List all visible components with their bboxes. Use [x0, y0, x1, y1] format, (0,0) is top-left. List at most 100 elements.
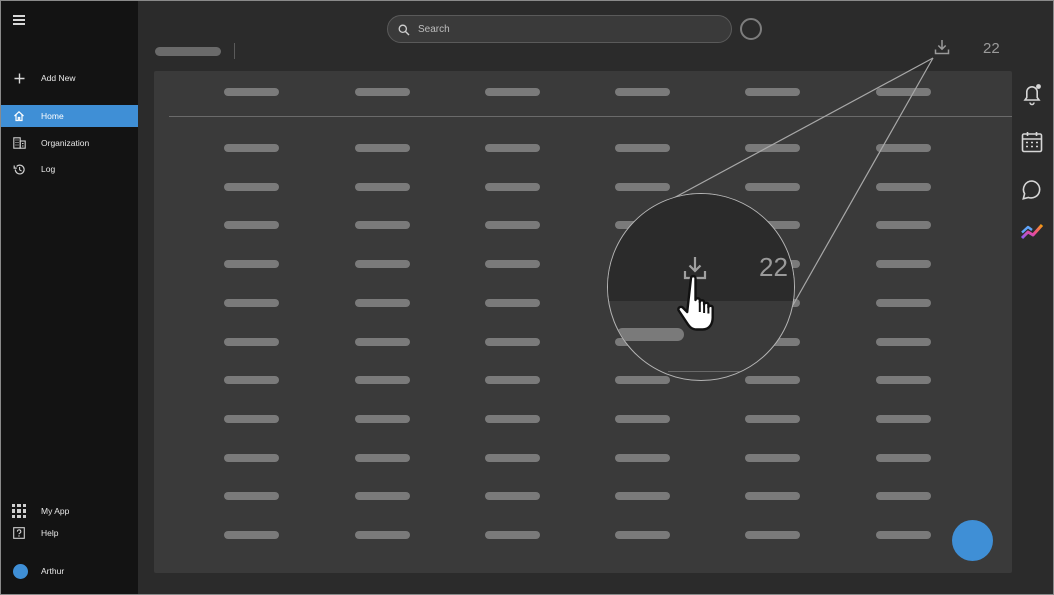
- table-cell-placeholder: [485, 221, 540, 229]
- download-button[interactable]: [933, 38, 951, 56]
- column-header-placeholder: [485, 88, 540, 96]
- calendar-icon: [1021, 132, 1043, 153]
- table-cell-placeholder: [224, 415, 279, 423]
- chat-button[interactable]: [1020, 178, 1044, 202]
- table-cell-placeholder: [355, 492, 410, 500]
- add-new-button[interactable]: Add New: [1, 67, 138, 89]
- zoom-divider: [668, 371, 794, 372]
- table-cell-placeholder: [615, 454, 670, 462]
- table-cell-placeholder: [485, 492, 540, 500]
- table-cell-placeholder: [485, 415, 540, 423]
- column-header-placeholder: [876, 88, 931, 96]
- help-label: Help: [41, 528, 59, 538]
- table-cell-placeholder: [615, 492, 670, 500]
- menu-icon[interactable]: [13, 15, 25, 25]
- my-app-button[interactable]: My App: [1, 500, 138, 522]
- sidebar-item-home[interactable]: Home: [1, 105, 138, 127]
- table-cell-placeholder: [876, 221, 931, 229]
- table-cell-placeholder: [224, 260, 279, 268]
- table-cell-placeholder: [876, 492, 931, 500]
- search-icon: [398, 23, 410, 36]
- bell-icon: [1023, 84, 1041, 106]
- column-header-placeholder: [355, 88, 410, 96]
- table-cell-placeholder: [745, 415, 800, 423]
- history-icon: [12, 162, 26, 176]
- table-header-divider: [169, 116, 1012, 117]
- table-cell-placeholder: [355, 221, 410, 229]
- home-icon: [12, 109, 26, 123]
- table-cell-placeholder: [485, 144, 540, 152]
- table-cell-placeholder: [224, 454, 279, 462]
- search-input[interactable]: Search: [387, 15, 732, 43]
- table-cell-placeholder: [224, 221, 279, 229]
- table-cell-placeholder: [876, 299, 931, 307]
- column-header-placeholder: [224, 88, 279, 96]
- table-cell-placeholder: [224, 338, 279, 346]
- sidebar: Add New Home Organization Log My App Hel…: [1, 1, 138, 594]
- table-cell-placeholder: [224, 492, 279, 500]
- sidebar-item-label: Organization: [41, 138, 90, 148]
- table-cell-placeholder: [876, 454, 931, 462]
- avatar: [13, 563, 28, 579]
- table-cell-placeholder: [615, 415, 670, 423]
- column-header-placeholder: [615, 88, 670, 96]
- breadcrumb-divider: [234, 43, 235, 59]
- clickup-button[interactable]: [1020, 220, 1044, 244]
- column-header-placeholder: [745, 88, 800, 96]
- table-cell-placeholder: [224, 144, 279, 152]
- table-cell-placeholder: [876, 415, 931, 423]
- table-cell-placeholder: [355, 260, 410, 268]
- table-cell-placeholder: [224, 299, 279, 307]
- breadcrumb-placeholder: [155, 47, 221, 56]
- table-cell-placeholder: [745, 183, 800, 191]
- table-cell-placeholder: [615, 531, 670, 539]
- table-cell-placeholder: [745, 492, 800, 500]
- zoom-download-count: 22: [759, 252, 788, 282]
- table-cell-placeholder: [355, 338, 410, 346]
- apps-grid-icon: [11, 503, 27, 519]
- clickup-logo-icon: [1020, 223, 1044, 240]
- table-cell-placeholder: [615, 144, 670, 152]
- add-new-label: Add New: [41, 73, 76, 83]
- sidebar-item-log[interactable]: Log: [1, 158, 138, 180]
- table-cell-placeholder: [615, 376, 670, 384]
- calendar-button[interactable]: [1020, 130, 1044, 154]
- user-name: Arthur: [41, 566, 65, 576]
- table-cell-placeholder: [876, 376, 931, 384]
- table-cell-placeholder: [224, 531, 279, 539]
- table-cell-placeholder: [485, 299, 540, 307]
- zoom-magnifier: 22: [607, 193, 795, 381]
- table-cell-placeholder: [355, 183, 410, 191]
- help-button[interactable]: Help: [1, 522, 138, 544]
- user-profile[interactable]: Arthur: [1, 560, 138, 582]
- plus-icon: [12, 71, 26, 85]
- table-cell-placeholder: [485, 338, 540, 346]
- table-cell-placeholder: [355, 454, 410, 462]
- download-icon: [934, 40, 950, 55]
- table-cell-placeholder: [224, 183, 279, 191]
- sidebar-item-label: Home: [41, 111, 64, 121]
- table-cell-placeholder: [745, 376, 800, 384]
- table-cell-placeholder: [355, 299, 410, 307]
- table-cell-placeholder: [485, 260, 540, 268]
- table-cell-placeholder: [876, 144, 931, 152]
- sidebar-item-organization[interactable]: Organization: [1, 132, 138, 154]
- table-cell-placeholder: [355, 144, 410, 152]
- download-count: 22: [983, 40, 1000, 57]
- notification-button[interactable]: [1020, 82, 1044, 106]
- table-cell-placeholder: [745, 144, 800, 152]
- table-cell-placeholder: [485, 183, 540, 191]
- search-placeholder: Search: [418, 23, 450, 35]
- table-cell-placeholder: [485, 454, 540, 462]
- help-icon: [12, 526, 26, 540]
- my-app-label: My App: [41, 506, 70, 516]
- table-cell-placeholder: [745, 454, 800, 462]
- table-cell-placeholder: [355, 376, 410, 384]
- chat-bubble-icon: [1022, 180, 1041, 200]
- sidebar-item-label: Log: [41, 164, 56, 174]
- table-cell-placeholder: [745, 531, 800, 539]
- table-cell-placeholder: [355, 415, 410, 423]
- fab-button[interactable]: [952, 520, 993, 561]
- table-cell-placeholder: [876, 183, 931, 191]
- table-cell-placeholder: [876, 260, 931, 268]
